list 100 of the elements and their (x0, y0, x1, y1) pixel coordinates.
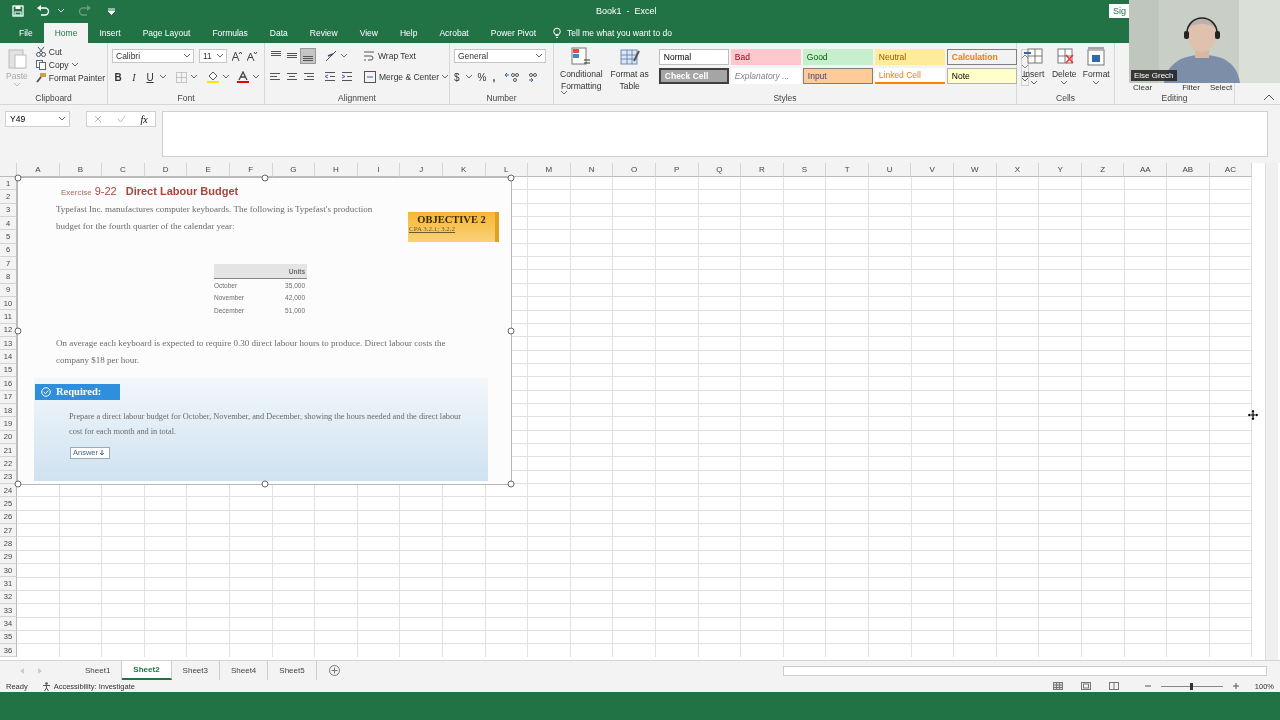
slider-thumb[interactable] (1190, 682, 1194, 690)
caret-icon[interactable] (536, 54, 542, 58)
column-header[interactable]: R (741, 163, 784, 177)
sheet-tab[interactable]: Sheet2 (122, 661, 172, 680)
resize-handle[interactable] (507, 480, 515, 488)
ribbon-tab[interactable]: File (8, 22, 44, 43)
clear-button[interactable]: Clear (1133, 83, 1153, 92)
caret-icon[interactable] (217, 54, 223, 58)
resize-handle[interactable] (261, 480, 268, 488)
column-header[interactable]: W (954, 163, 997, 177)
page-layout-icon[interactable] (1080, 682, 1091, 690)
save-icon[interactable] (12, 5, 24, 17)
conditional-formatting-button[interactable]: Conditional Formatting (558, 47, 605, 91)
column-header[interactable]: X (996, 163, 1040, 177)
caret-icon[interactable] (253, 75, 259, 79)
column-header[interactable]: L (485, 163, 529, 177)
column-header[interactable]: M (528, 163, 571, 177)
align-left-icon[interactable] (269, 71, 281, 83)
format-painter-button[interactable]: Format Painter (35, 73, 105, 83)
ribbon-tab[interactable]: Page Layout (131, 22, 202, 43)
column-header[interactable]: C (102, 163, 145, 177)
caret-icon[interactable] (59, 117, 65, 121)
comma-button[interactable]: , (492, 71, 496, 83)
cell-style[interactable]: Input (802, 68, 873, 84)
resize-handle[interactable] (14, 174, 22, 182)
scroll-down-icon[interactable] (1021, 65, 1028, 69)
horizontal-scrollbar[interactable] (783, 665, 1267, 676)
column-header[interactable]: I (357, 163, 401, 177)
resize-handle[interactable] (507, 327, 515, 335)
column-header[interactable]: D (144, 163, 188, 177)
page-break-icon[interactable] (1108, 682, 1119, 690)
column-header[interactable]: Q (698, 163, 742, 177)
caret-icon[interactable] (160, 75, 166, 79)
caret-icon[interactable] (223, 75, 229, 79)
column-header[interactable]: AB (1167, 163, 1210, 177)
column-header[interactable]: AC (1209, 163, 1253, 177)
column-header[interactable]: V (911, 163, 955, 177)
caret-icon[interactable] (71, 63, 78, 67)
cell-style[interactable]: Explanatory ... (730, 68, 801, 84)
align-button[interactable] (301, 49, 315, 63)
column-header[interactable]: Y (1039, 163, 1082, 177)
cell-style[interactable]: Neutral (874, 49, 945, 65)
copy-button[interactable]: Copy (35, 60, 105, 70)
underline-button[interactable]: U (144, 71, 156, 83)
increase-decimal-icon[interactable] (505, 72, 520, 82)
caret-icon[interactable] (1061, 81, 1068, 85)
collapse-ribbon-icon[interactable] (1264, 94, 1274, 100)
cell-style[interactable]: Good (802, 49, 873, 65)
filter-button[interactable]: Filter (1182, 83, 1200, 92)
column-header[interactable]: J (400, 163, 443, 177)
scroll-up-icon[interactable] (1021, 53, 1028, 58)
italic-button[interactable]: I (128, 71, 140, 83)
resize-handle[interactable] (14, 480, 22, 488)
column-header[interactable]: O (613, 163, 656, 177)
column-header[interactable]: B (59, 163, 103, 177)
column-header[interactable]: U (868, 163, 912, 177)
cells-button[interactable]: Delete (1050, 47, 1079, 91)
column-header[interactable]: G (272, 163, 316, 177)
increase-font-icon[interactable] (232, 51, 242, 61)
cells-button[interactable]: Insert (1021, 47, 1047, 91)
name-box[interactable]: Y49 (5, 111, 70, 127)
caret-icon[interactable] (1093, 81, 1100, 85)
cell-style[interactable]: Bad (730, 49, 801, 65)
align-center-icon[interactable] (286, 71, 298, 83)
caret-icon[interactable] (465, 75, 472, 79)
column-header[interactable]: A (17, 163, 60, 177)
resize-handle[interactable] (507, 174, 515, 182)
ribbon-tab[interactable]: Formulas (201, 22, 259, 43)
cell-style[interactable]: Note (946, 68, 1017, 84)
caret-icon[interactable] (442, 75, 448, 79)
ribbon-tab[interactable]: Insert (88, 22, 132, 43)
customize-icon[interactable] (108, 7, 115, 15)
ribbon-tab[interactable]: Home (43, 23, 89, 43)
merge-center-button[interactable]: Merge & Center (364, 71, 448, 83)
column-header[interactable]: N (570, 163, 614, 177)
resize-handle[interactable] (14, 327, 22, 335)
wrap-text-button[interactable]: Wrap Text (363, 50, 416, 62)
cells-button[interactable]: Format (1082, 47, 1111, 91)
currency-button[interactable]: $ (454, 71, 460, 83)
number-format-field[interactable]: General (454, 49, 546, 63)
column-header[interactable]: AA (1124, 163, 1168, 177)
fill-color-icon[interactable] (207, 71, 219, 83)
select-button[interactable]: Select (1209, 83, 1233, 92)
caret-icon[interactable] (560, 91, 567, 95)
orientation-icon[interactable] (325, 50, 339, 62)
caret-icon[interactable] (341, 54, 347, 58)
caret-icon[interactable] (191, 75, 197, 79)
column-header[interactable]: Z (1081, 163, 1125, 177)
cell-style[interactable]: Normal (658, 49, 729, 65)
font-color-icon[interactable] (237, 71, 249, 83)
insert-function-button[interactable]: fx (140, 113, 148, 125)
vertical-scrollbar[interactable] (1265, 163, 1278, 660)
ribbon-tab[interactable]: Data (258, 22, 299, 43)
ribbon-tab[interactable]: Acrobat (428, 22, 480, 43)
column-header[interactable]: H (315, 163, 358, 177)
formula-input[interactable] (162, 111, 1268, 157)
ribbon-tab[interactable]: Review (298, 22, 349, 43)
ribbon-tab[interactable]: Power Pivot (479, 22, 548, 43)
more-styles-icon[interactable] (1021, 76, 1028, 82)
column-header[interactable]: T (826, 163, 869, 177)
